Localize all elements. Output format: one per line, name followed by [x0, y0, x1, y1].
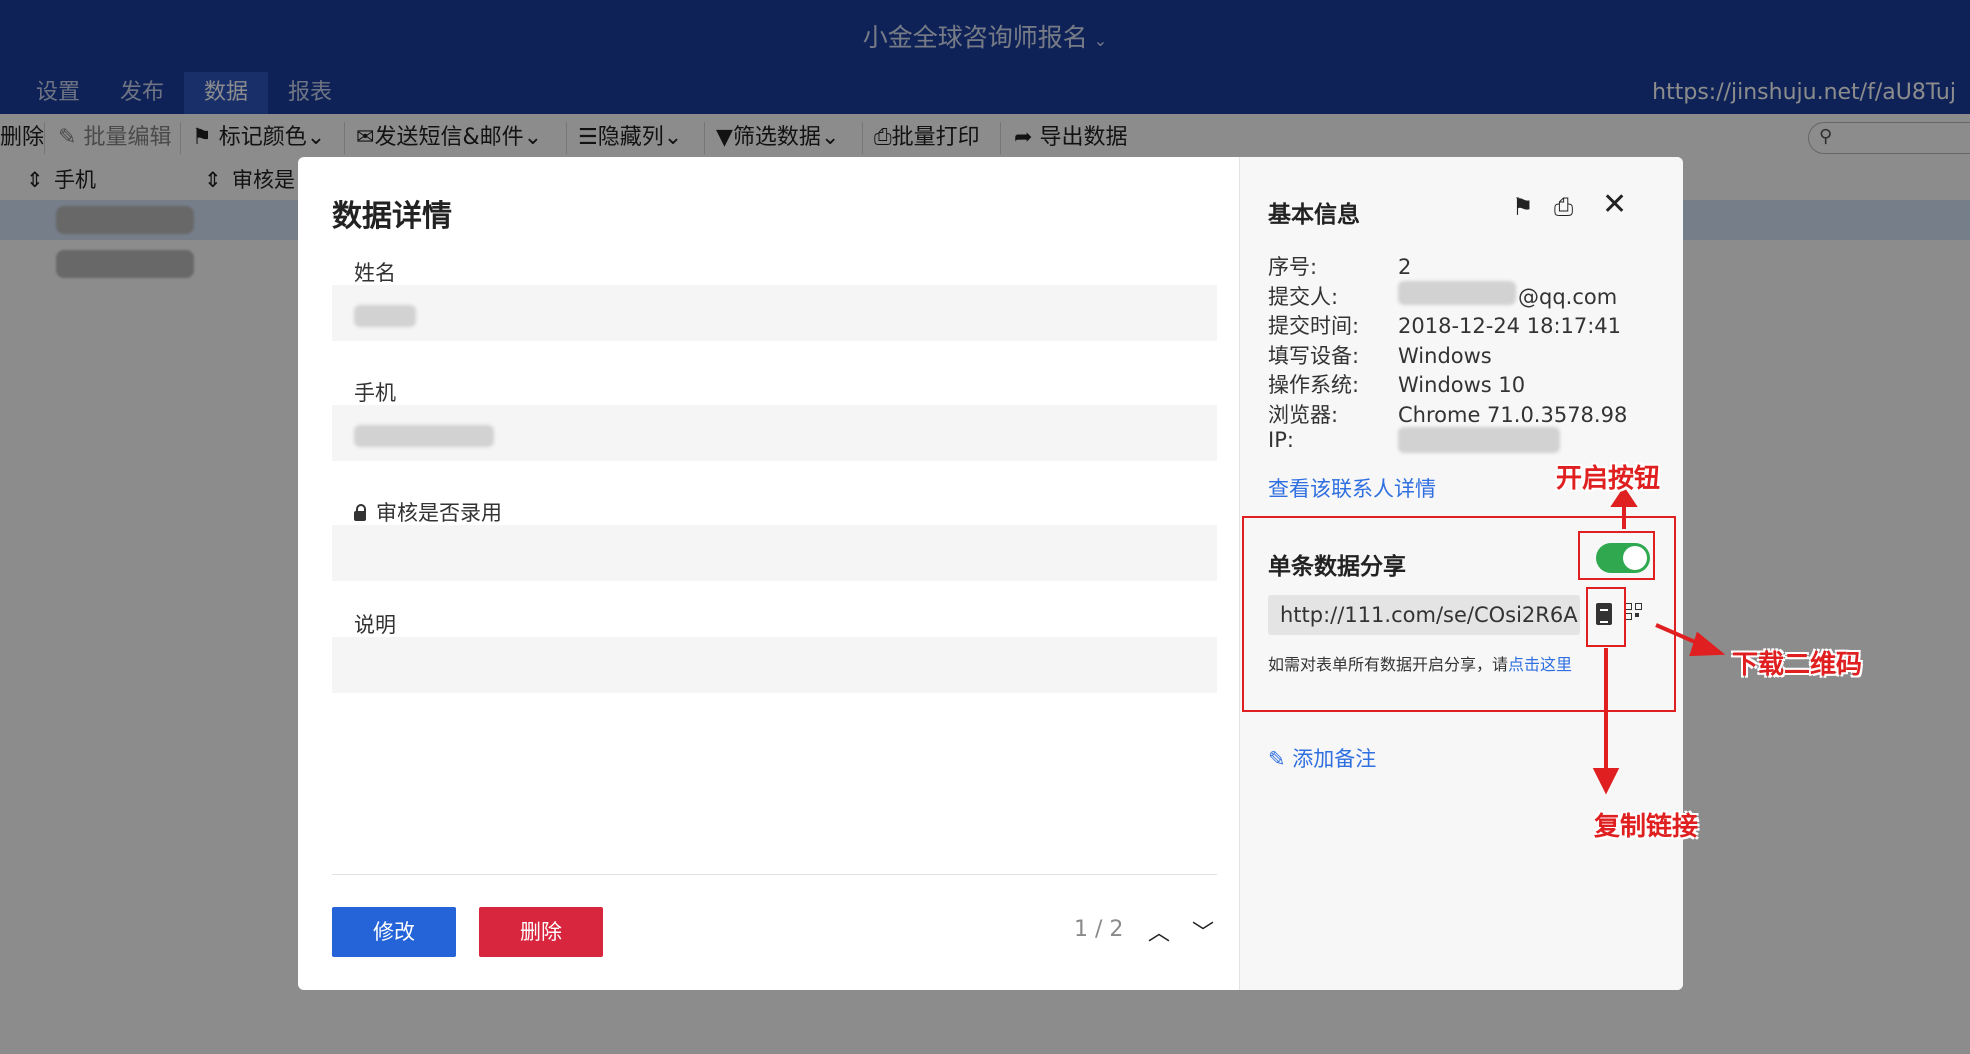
- annotation-label-qr: 下载二维码: [1732, 650, 1863, 680]
- annotation-arrows: [1592, 486, 1726, 795]
- annotation-label-toggle: 开启按钮: [1556, 464, 1661, 494]
- annotation-label-copy: 复制链接: [1594, 812, 1699, 842]
